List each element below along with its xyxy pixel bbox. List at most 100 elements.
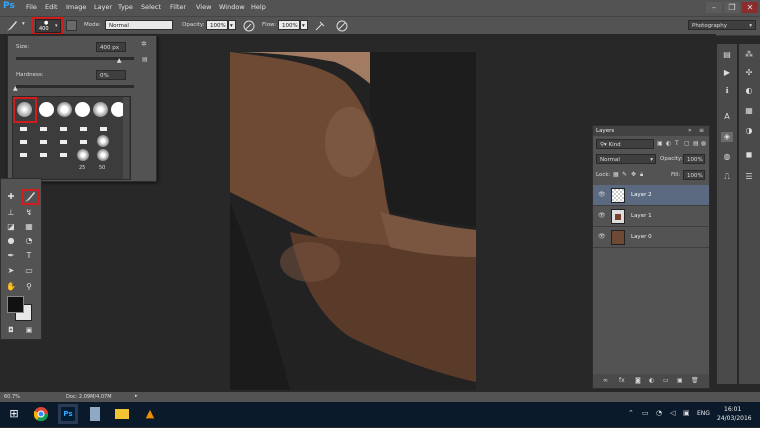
eraser-icon[interactable]: ◪	[4, 221, 18, 233]
brush-preset-mini[interactable]	[80, 140, 87, 144]
channels-icon[interactable]: ◍	[721, 152, 733, 162]
volume-icon[interactable]: ◁	[670, 409, 675, 417]
brush-preset-mini[interactable]	[40, 127, 47, 131]
mask-icon[interactable]: ◙	[635, 377, 641, 384]
visibility-eye-icon[interactable]: 👁︎	[598, 233, 606, 240]
hardness-field[interactable]: 0%	[96, 70, 126, 80]
filter-adjustment-icon[interactable]: ◐	[666, 140, 671, 147]
blend-mode-select[interactable]: Normal ▾	[596, 154, 656, 164]
clock-date[interactable]: 24/03/2016	[717, 415, 752, 422]
clock-time[interactable]: 16:01	[724, 406, 741, 413]
battery-icon[interactable]: ▭	[642, 409, 649, 417]
healing-brush-icon[interactable]: ✚	[4, 191, 18, 203]
path-selection-icon[interactable]: ➤	[4, 265, 18, 277]
group-icon[interactable]: ▭	[663, 377, 669, 384]
gear-icon[interactable]: ✲	[141, 40, 147, 48]
fx-icon[interactable]: fx	[619, 377, 625, 384]
flow-field[interactable]: 100%	[278, 20, 300, 30]
quick-mask-icon[interactable]: ◘	[4, 324, 18, 336]
brush-preset-mini[interactable]	[60, 127, 67, 131]
brush-preset-mini[interactable]	[20, 140, 27, 144]
tool-presets-icon[interactable]: ✣	[743, 68, 755, 78]
hardness-slider-handle[interactable]: ▲	[13, 85, 18, 92]
layers-tab[interactable]: Layers	[596, 128, 614, 134]
styles-icon[interactable]: ◼	[743, 150, 755, 160]
file-explorer-icon[interactable]	[112, 404, 132, 424]
adjustment-icon[interactable]: ◐	[649, 377, 654, 384]
brush-preset-picker[interactable]: ● 400 ▾	[35, 19, 61, 33]
menu-edit[interactable]: Edit	[45, 3, 58, 11]
language-indicator[interactable]: ENG	[697, 410, 710, 417]
hard-round-brush-preset[interactable]	[39, 102, 54, 117]
document-canvas[interactable]	[230, 52, 476, 390]
brush-preset-mini[interactable]	[60, 153, 67, 157]
menu-filter[interactable]: Filter	[170, 3, 186, 11]
menu-view[interactable]: View	[196, 3, 211, 11]
adjustments-icon[interactable]: ◑	[743, 126, 755, 136]
layer-row-layer-1[interactable]: 👁︎ Layer 1	[593, 206, 709, 227]
brush-preset-mini[interactable]	[20, 127, 27, 131]
close-button[interactable]: ✕	[742, 2, 758, 13]
brush-settings-icon[interactable]: ⁂	[743, 50, 755, 60]
brush-tool-icon[interactable]	[24, 191, 36, 203]
flow-dropdown-icon[interactable]: ▾	[300, 20, 308, 30]
hand-icon[interactable]: ✋	[4, 281, 18, 293]
filter-shape-icon[interactable]: ▢	[684, 140, 690, 147]
size-field[interactable]: 400 px	[96, 42, 126, 52]
network-icon[interactable]: ⌃	[628, 409, 634, 417]
workspace-select[interactable]: Photography ▾	[688, 20, 756, 30]
soft-round-brush-preset[interactable]	[17, 102, 32, 117]
soft-brush-preset[interactable]	[93, 102, 108, 117]
filter-toggle-icon[interactable]	[701, 141, 706, 146]
properties-icon[interactable]: ☰	[743, 172, 755, 182]
restore-button[interactable]: ❐	[724, 2, 740, 13]
character-icon[interactable]: A	[721, 112, 733, 122]
screen-mode-icon[interactable]: ▣	[22, 324, 36, 336]
airbrush-icon[interactable]	[314, 20, 326, 32]
dodge-icon[interactable]: ◔	[22, 235, 36, 247]
trash-icon[interactable]: 🗑︎	[691, 377, 699, 384]
minimize-button[interactable]: –	[706, 2, 722, 13]
notification-icon[interactable]: ▣	[683, 409, 690, 417]
link-icon[interactable]: ∞	[603, 377, 608, 384]
actions-icon[interactable]: ▶	[721, 68, 733, 78]
calculator-icon[interactable]	[85, 404, 105, 424]
lock-all-icon[interactable]: 🔒︎	[640, 171, 643, 179]
lock-pixels-icon[interactable]: ✎	[622, 171, 627, 178]
brush-preset-mini[interactable]	[60, 140, 67, 144]
layer-row-layer-2[interactable]: 👁︎ Layer 2	[593, 185, 709, 206]
zoom-level[interactable]: 60.7%	[4, 394, 20, 400]
swatches-icon[interactable]: ▦	[743, 106, 755, 116]
hard-brush-preset[interactable]	[75, 102, 90, 117]
menu-help[interactable]: Help	[251, 3, 266, 11]
lock-position-icon[interactable]: ✥	[631, 171, 636, 178]
visibility-eye-icon[interactable]: 👁︎	[598, 191, 606, 198]
layers-icon[interactable]: ◈	[721, 132, 733, 142]
soft-brush-preset[interactable]	[97, 135, 109, 147]
tool-preset-chevron-icon[interactable]: ▾	[22, 21, 25, 27]
brush-tool-icon[interactable]	[6, 20, 18, 32]
status-arrow-icon[interactable]: ▸	[135, 393, 138, 399]
start-icon[interactable]: ⊞	[4, 404, 24, 424]
pen-icon[interactable]: ✒	[4, 250, 18, 262]
menu-select[interactable]: Select	[141, 3, 161, 11]
visibility-eye-icon[interactable]: 👁︎	[598, 212, 606, 219]
new-layer-icon[interactable]: ▣	[677, 377, 683, 384]
chrome-icon[interactable]	[31, 404, 51, 424]
brush-preset-mini[interactable]	[40, 140, 47, 144]
menu-layer[interactable]: Layer	[94, 3, 112, 11]
info-icon[interactable]: ℹ	[721, 86, 733, 96]
lock-transparency-icon[interactable]: ▦	[613, 171, 619, 178]
brush-preset-mini[interactable]	[100, 127, 107, 131]
history-icon[interactable]: ▤	[721, 50, 733, 60]
soft-brush-preset[interactable]	[97, 149, 109, 161]
menu-file[interactable]: File	[26, 3, 37, 11]
layer-row-layer-0[interactable]: 👁︎ Layer 0	[593, 227, 709, 248]
menu-window[interactable]: Window	[219, 3, 245, 11]
soft-brush-preset[interactable]	[57, 102, 72, 117]
new-preset-icon[interactable]: ▤	[142, 56, 148, 63]
brush-preset-mini[interactable]	[40, 153, 47, 157]
pressure-opacity-icon[interactable]	[243, 20, 255, 32]
opacity-dropdown-icon[interactable]: ▾	[228, 20, 236, 30]
color-icon[interactable]: ◐	[743, 86, 755, 96]
